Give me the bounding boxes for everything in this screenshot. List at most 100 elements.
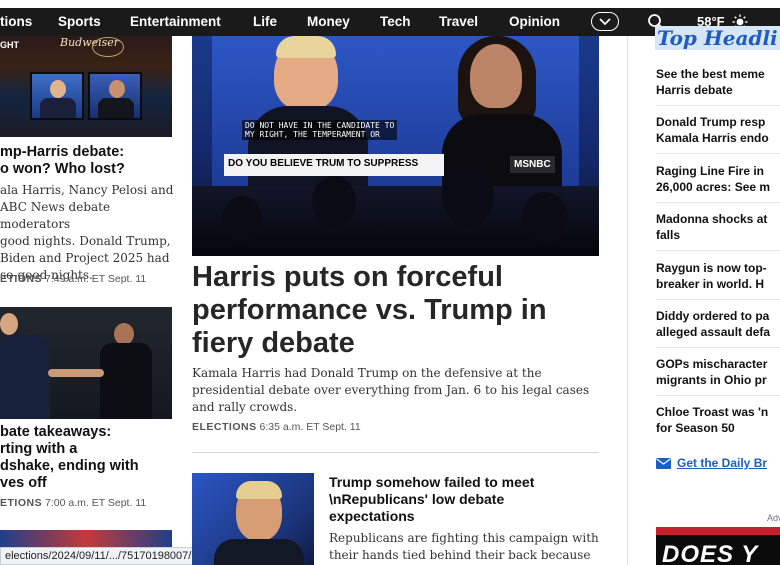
nav-item-opinion[interactable]: Opinion — [509, 14, 560, 29]
top-headline-item[interactable]: Madonna shocks at falls — [656, 211, 780, 243]
headline-line: GOPs mischaracter — [656, 357, 768, 371]
figure-hair — [276, 36, 336, 58]
headline-line: expectations — [329, 508, 415, 524]
story-headline[interactable]: Trump somehow failed to meet \nRepublica… — [329, 474, 591, 525]
headline-line: Harris puts on forceful — [192, 261, 503, 293]
category-label[interactable]: ETIONS — [0, 273, 42, 285]
silhouette — [312, 176, 356, 226]
emblem-logo — [92, 37, 124, 57]
headline-line: fiery debate — [192, 327, 355, 359]
headline-line: rting with a — [0, 441, 78, 457]
nav-item-sports[interactable]: Sports — [58, 14, 101, 29]
separator — [656, 105, 780, 106]
figure-head — [50, 80, 66, 98]
headline-line: performance vs. Trump in — [192, 294, 547, 326]
headline-line: See the best meme — [656, 67, 765, 81]
trump-portrait-image[interactable] — [192, 473, 314, 565]
nav-item-travel[interactable]: Travel — [439, 14, 478, 29]
figure-suit — [98, 98, 134, 118]
headline-line: Chloe Troast was 'n — [656, 405, 769, 419]
category-label[interactable]: ELECTIONS — [192, 421, 257, 433]
headline-line: o won? Who lost? — [0, 161, 125, 177]
headline-line: bate takeaways: — [0, 424, 112, 440]
handshake-image[interactable] — [0, 307, 172, 419]
figure-head — [109, 80, 125, 98]
left-column: GHT Budweiser mp-Harris debate: o won? W… — [0, 36, 175, 565]
ad-stripe — [656, 527, 780, 535]
silhouette — [222, 196, 262, 242]
tv-screen-left — [30, 72, 84, 120]
top-headline-item[interactable]: Donald Trump resp Kamala Harris endo — [656, 114, 780, 146]
main-headline[interactable]: Harris puts on forceful performance vs. … — [192, 261, 592, 360]
figure-head — [114, 323, 134, 345]
handshake — [48, 369, 104, 377]
story-headline[interactable]: mp-Harris debate: o won? Who lost? — [0, 144, 125, 178]
headline-line: Trump somehow failed to meet — [329, 474, 535, 490]
story-headline[interactable]: bate takeaways: rting with a dshake, end… — [0, 424, 139, 492]
main-summary: Kamala Harris had Donald Trump on the de… — [192, 366, 590, 414]
figure-suit — [0, 335, 50, 419]
tv-screen-right — [88, 72, 142, 120]
nav-item-money[interactable]: Money — [307, 14, 350, 29]
nav-item-life[interactable]: Life — [253, 14, 277, 29]
network-logo: MSNBC — [510, 156, 555, 173]
headline-line: Harris debate — [656, 83, 733, 97]
newsletter-label: Get the Daily Br — [677, 456, 768, 470]
caption-line: DO NOT HAVE IN THE CANDIDATE TO — [245, 121, 395, 130]
silhouette — [522, 192, 568, 244]
top-headline-item[interactable]: See the best meme Harris debate — [656, 66, 780, 98]
top-headline-item[interactable]: Chloe Troast was 'n for Season 50 — [656, 404, 780, 436]
story-summary: Republicans are fighting this campaign w… — [329, 531, 599, 562]
nav-item-entertainment[interactable]: Entertainment — [130, 14, 221, 29]
category-label[interactable]: ETIONS — [0, 497, 42, 509]
story-summary: ala Harris, Nancy Pelosi and ABC News de… — [0, 182, 175, 284]
story-meta: ETIONS 7:00 a.m. ET Sept. 11 — [0, 497, 146, 509]
headline-line: falls — [656, 228, 681, 242]
separator — [656, 299, 780, 300]
nav-item-elections[interactable]: tions — [0, 14, 32, 29]
headline-line: Madonna shocks at — [656, 212, 768, 226]
top-headline-item[interactable]: Raging Line Fire in 26,000 acres: See m — [656, 163, 780, 195]
envelope-icon — [656, 457, 671, 469]
headline-line: Diddy ordered to pa — [656, 309, 770, 323]
headline-line: dshake, ending with — [0, 458, 139, 474]
advertisement-label: Adv — [767, 513, 780, 523]
top-headlines-title: Top Headli — [655, 26, 780, 50]
divider — [192, 452, 599, 453]
top-headline-item[interactable]: Raygun is now top-breaker in world. H — [656, 260, 780, 292]
headline-line: \nRepublicans' low debate — [329, 491, 505, 507]
advertisement-banner[interactable]: DOES Y — [656, 527, 780, 565]
summary-line: ala Harris, Nancy Pelosi and — [0, 183, 174, 197]
headline-line: Raygun is now top- — [656, 261, 767, 275]
lower-third: DO YOU BELIEVE TRUM TO SUPPRESS — [224, 154, 444, 176]
headline-line: 26,000 acres: See m — [656, 180, 771, 194]
figure-head — [0, 313, 18, 335]
newsletter-signup-link[interactable]: Get the Daily Br — [656, 456, 767, 470]
image-tag: GHT — [0, 40, 19, 50]
chevron-down-icon — [599, 17, 611, 25]
more-menu-button[interactable] — [591, 12, 619, 31]
figure-suit — [214, 539, 304, 565]
nav-item-tech[interactable]: Tech — [380, 14, 411, 29]
top-headline-item[interactable]: GOPs mischaracter migrants in Ohio pr — [656, 356, 780, 388]
column-divider — [627, 36, 628, 565]
headline-line: ves off — [0, 475, 47, 491]
hero-image[interactable]: DO NOT HAVE IN THE CANDIDATE TO MY RIGHT… — [192, 36, 599, 256]
figure-suit — [40, 98, 76, 118]
headline-line: alleged assault defa — [656, 325, 771, 339]
silhouette — [442, 166, 494, 226]
headline-line: mp-Harris debate: — [0, 144, 125, 160]
timestamp: 7:49 a.m. ET Sept. 11 — [45, 273, 147, 285]
top-headline-item[interactable]: Diddy ordered to pa alleged assault defa — [656, 308, 780, 340]
figure-hair — [236, 481, 282, 499]
timestamp: 6:35 a.m. ET Sept. 11 — [259, 421, 361, 433]
debate-watch-party-image[interactable]: GHT Budweiser — [0, 36, 172, 137]
separator — [656, 153, 780, 154]
headline-line: for Season 50 — [656, 421, 735, 435]
ad-text: DOES Y — [662, 541, 759, 565]
story-meta: ETIONS 7:49 a.m. ET Sept. 11 — [0, 273, 146, 285]
page: tions Sports Entertainment Life Money Te… — [0, 0, 780, 565]
audience-silhouettes — [192, 166, 599, 256]
headline-line: Raging Line Fire in — [656, 164, 765, 178]
separator — [656, 395, 780, 396]
